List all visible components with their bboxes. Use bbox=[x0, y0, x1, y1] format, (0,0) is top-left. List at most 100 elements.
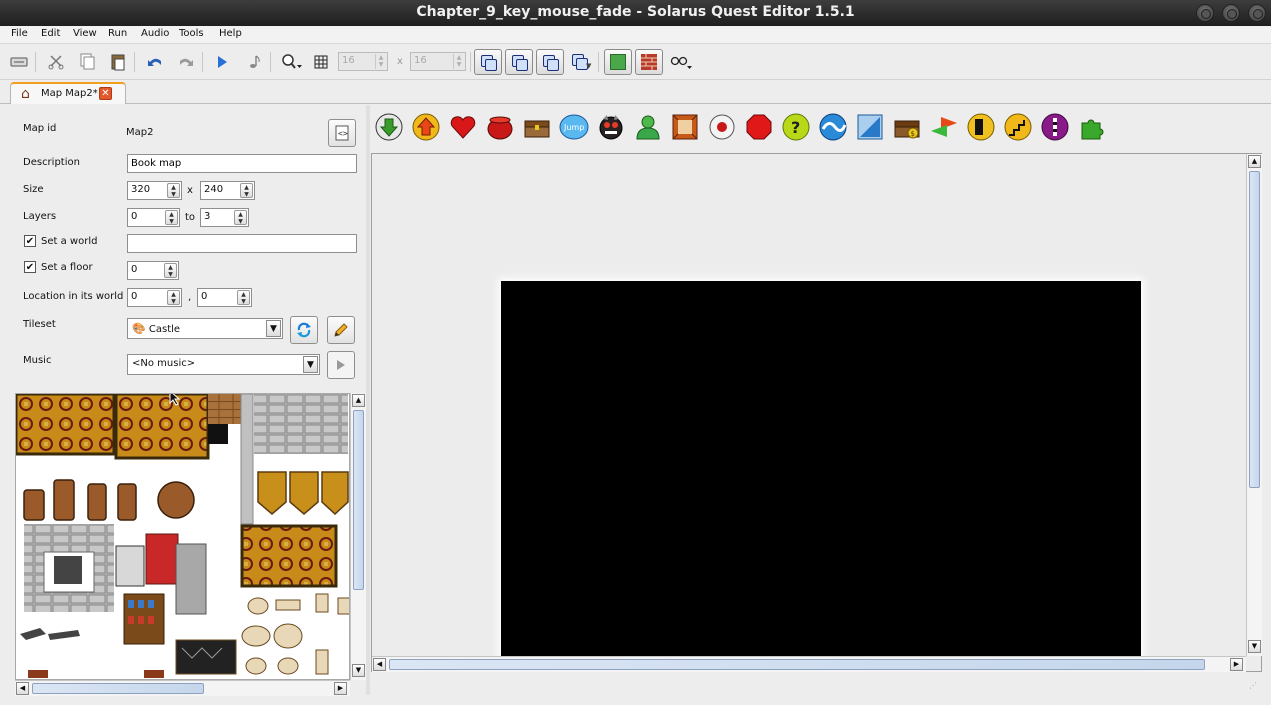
door-entity-button[interactable] bbox=[966, 112, 996, 142]
shop-treasure-entity-button[interactable]: $ bbox=[892, 112, 922, 142]
open-map-script-button[interactable]: <> bbox=[328, 119, 356, 147]
npc-entity-button[interactable] bbox=[633, 112, 663, 142]
layers-max-spinbox[interactable]: 3 ▲ ▼ bbox=[200, 208, 249, 227]
map-canvas[interactable] bbox=[501, 281, 1141, 657]
chest-icon bbox=[524, 120, 550, 138]
block-entity-button[interactable] bbox=[670, 112, 700, 142]
cut-icon[interactable] bbox=[44, 50, 68, 74]
visibility-menu-icon[interactable] bbox=[668, 50, 694, 74]
close-tab-icon[interactable]: ✕ bbox=[99, 87, 112, 100]
refresh-icon bbox=[297, 322, 311, 338]
scroll-down-icon[interactable]: ▼ bbox=[1248, 640, 1261, 653]
set-floor-checkbox[interactable]: ✔ bbox=[24, 261, 36, 273]
wall-icon bbox=[746, 114, 772, 140]
chevron-down-icon: ▼ bbox=[266, 320, 281, 337]
undo-icon[interactable] bbox=[143, 50, 167, 74]
layer-1-toggle[interactable] bbox=[505, 49, 533, 75]
teletransporter-entity-button[interactable] bbox=[411, 112, 441, 142]
menu-view[interactable]: View bbox=[73, 28, 97, 39]
door-icon bbox=[967, 113, 995, 141]
resize-grip-icon[interactable]: ⋰ bbox=[1249, 682, 1261, 696]
description-input[interactable] bbox=[127, 154, 357, 173]
pickable-entity-button[interactable] bbox=[448, 112, 478, 142]
jumper-entity-button[interactable]: Jump bbox=[559, 112, 589, 142]
tab-map-map2[interactable]: ⌂ Map Map2* ✕ bbox=[10, 82, 126, 104]
music-icon[interactable] bbox=[242, 50, 266, 74]
close-window-button[interactable] bbox=[1248, 4, 1266, 22]
scroll-thumb[interactable] bbox=[1249, 171, 1260, 488]
grid-icon[interactable] bbox=[309, 50, 333, 74]
separator-entity-button[interactable] bbox=[1040, 112, 1070, 142]
music-select[interactable]: <No music> ▼ bbox=[127, 354, 320, 375]
traversables-toggle[interactable] bbox=[604, 49, 632, 75]
chest-entity-button[interactable] bbox=[522, 112, 552, 142]
close-icon[interactable] bbox=[7, 50, 31, 74]
scroll-down-icon[interactable]: ▼ bbox=[352, 664, 365, 677]
menu-edit[interactable]: Edit bbox=[41, 28, 60, 39]
stream-entity-button[interactable] bbox=[929, 112, 959, 142]
switch-entity-button[interactable] bbox=[707, 112, 737, 142]
minimize-button[interactable] bbox=[1196, 4, 1214, 22]
layers-menu-icon[interactable]: ▼ bbox=[568, 50, 594, 74]
destructible-entity-button[interactable] bbox=[485, 112, 515, 142]
location-y-spinbox[interactable]: 0 ▲ ▼ bbox=[197, 288, 252, 307]
enemy-entity-button[interactable] bbox=[596, 112, 626, 142]
tileset-horizontal-scrollbar[interactable]: ◀ ▶ bbox=[15, 680, 350, 696]
location-x-spinbox[interactable]: 0 ▲ ▼ bbox=[127, 288, 182, 307]
scroll-left-icon[interactable]: ◀ bbox=[373, 658, 386, 671]
maximize-button[interactable] bbox=[1222, 4, 1240, 22]
tileset-select-value: Castle bbox=[148, 324, 181, 335]
scroll-thumb[interactable] bbox=[32, 683, 204, 694]
tileset-view[interactable] bbox=[15, 393, 350, 680]
crystal-entity-button[interactable] bbox=[818, 112, 848, 142]
panel-splitter[interactable] bbox=[366, 105, 370, 695]
map-horizontal-scrollbar[interactable]: ◀ ▶ bbox=[372, 656, 1246, 672]
wall-entity-button[interactable] bbox=[744, 112, 774, 142]
crystal-block-entity-button[interactable] bbox=[855, 112, 885, 142]
edit-tileset-button[interactable] bbox=[327, 316, 355, 344]
map-vertical-scrollbar[interactable]: ▲ ▼ bbox=[1246, 154, 1262, 656]
obstacles-toggle[interactable] bbox=[635, 49, 663, 75]
layer-0-toggle[interactable] bbox=[474, 49, 502, 75]
layers-min-spinbox[interactable]: 0 ▲ ▼ bbox=[127, 208, 180, 227]
size-height-spinbox[interactable]: 240 ▲ ▼ bbox=[200, 181, 255, 200]
grid-height-spinbox: 16 ▲ ▼ bbox=[410, 52, 466, 71]
copy-icon[interactable] bbox=[75, 50, 99, 74]
play-music-button[interactable] bbox=[327, 351, 355, 379]
separator-icon bbox=[1041, 113, 1069, 141]
scroll-right-icon[interactable]: ▶ bbox=[1230, 658, 1243, 671]
palette-icon: 🎨 bbox=[132, 322, 146, 335]
scroll-right-icon[interactable]: ▶ bbox=[334, 682, 347, 695]
entity-palette: Jump ? $ bbox=[370, 108, 1270, 148]
size-width-spinbox[interactable]: 320 ▲ ▼ bbox=[127, 181, 182, 200]
stream-icon bbox=[931, 117, 957, 137]
menu-help[interactable]: Help bbox=[219, 28, 242, 39]
custom-entity-button[interactable] bbox=[1077, 112, 1107, 142]
map-view[interactable] bbox=[371, 153, 1262, 672]
refresh-tileset-button[interactable] bbox=[290, 316, 318, 344]
zoom-icon[interactable] bbox=[280, 50, 304, 74]
menu-run[interactable]: Run bbox=[108, 28, 127, 39]
paste-icon[interactable] bbox=[106, 50, 130, 74]
scroll-left-icon[interactable]: ◀ bbox=[16, 682, 29, 695]
set-world-checkbox[interactable]: ✔ bbox=[24, 235, 36, 247]
menu-file[interactable]: File bbox=[11, 28, 28, 39]
scroll-thumb[interactable] bbox=[353, 410, 364, 590]
floor-spinbox[interactable]: 0 ▲ ▼ bbox=[127, 261, 179, 280]
stairs-entity-button[interactable] bbox=[1003, 112, 1033, 142]
scroll-up-icon[interactable]: ▲ bbox=[352, 394, 365, 407]
redo-icon[interactable] bbox=[174, 50, 198, 74]
destination-entity-button[interactable] bbox=[374, 112, 404, 142]
world-input[interactable] bbox=[127, 234, 357, 253]
layer-2-toggle[interactable] bbox=[536, 49, 564, 75]
menu-tools[interactable]: Tools bbox=[179, 28, 204, 39]
scroll-thumb[interactable] bbox=[389, 659, 1205, 670]
menu-audio[interactable]: Audio bbox=[141, 28, 169, 39]
scroll-up-icon[interactable]: ▲ bbox=[1248, 155, 1261, 168]
tileset-vertical-scrollbar[interactable]: ▲ ▼ bbox=[350, 393, 366, 680]
sensor-entity-button[interactable]: ? bbox=[781, 112, 811, 142]
run-icon[interactable] bbox=[210, 50, 234, 74]
tileset-select[interactable]: 🎨 Castle ▼ bbox=[127, 318, 283, 339]
map-id-label: Map id bbox=[23, 123, 57, 134]
arrow-down-icon bbox=[375, 113, 403, 141]
